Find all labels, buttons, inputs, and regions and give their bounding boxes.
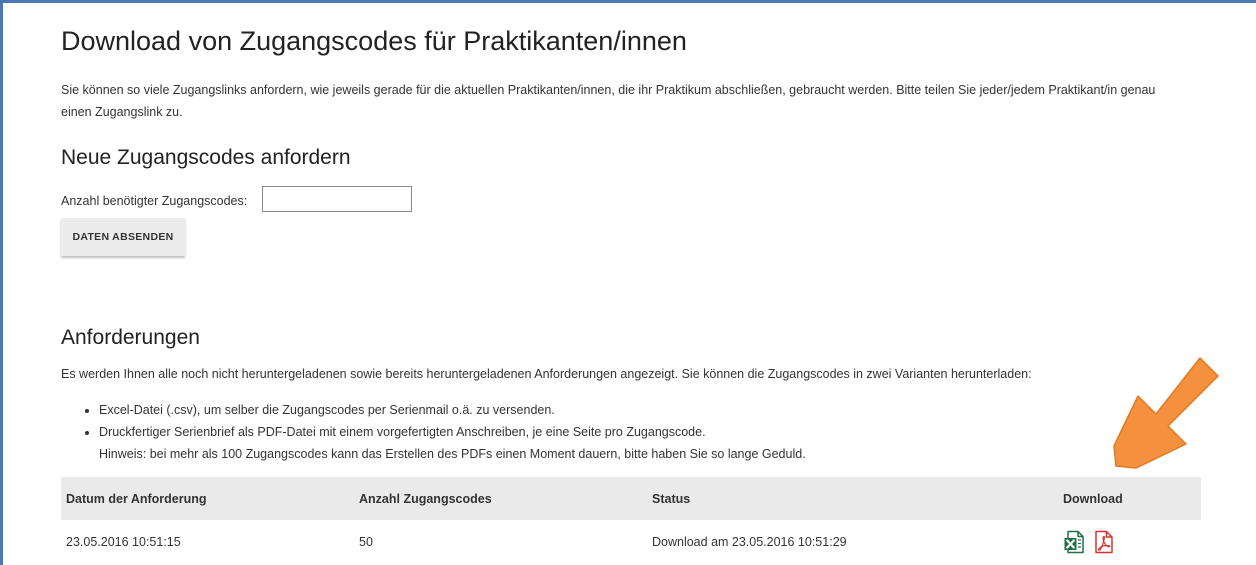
cell-download <box>1058 520 1201 563</box>
table-header-row: Datum der Anforderung Anzahl Zugangscode… <box>61 477 1201 520</box>
count-input[interactable] <box>262 186 412 212</box>
requests-table: Datum der Anforderung Anzahl Zugangscode… <box>61 477 1201 563</box>
column-header-date: Datum der Anforderung <box>61 477 354 520</box>
download-variants-list: Excel-Datei (.csv), um selber die Zugang… <box>61 399 806 465</box>
orange-arrow-annotation <box>1113 357 1219 469</box>
count-label: Anzahl benötigter Zugangscodes: <box>61 194 248 208</box>
requests-description: Es werden Ihnen alle noch nicht herunter… <box>61 367 1032 381</box>
excel-icon[interactable] <box>1063 530 1087 554</box>
column-header-status: Status <box>647 477 1058 520</box>
list-item: Excel-Datei (.csv), um selber die Zugang… <box>99 399 806 421</box>
cell-status: Download am 23.05.2016 10:51:29 <box>652 534 847 549</box>
hint-text: Hinweis: bei mehr als 100 Zugangscodes k… <box>99 447 806 461</box>
frame-top-border <box>0 0 1256 3</box>
table-row: 23.05.2016 10:51:15 50 Download am 23.05… <box>61 520 1201 563</box>
list-item: Druckfertiger Serienbrief als PDF-Datei … <box>99 421 806 465</box>
column-header-count: Anzahl Zugangscodes <box>354 477 647 520</box>
cell-date: 23.05.2016 10:51:15 <box>66 534 181 549</box>
cell-count: 50 <box>359 534 373 549</box>
bullet-text-csv: Excel-Datei (.csv), um selber die Zugang… <box>99 403 555 417</box>
submit-button[interactable]: DATEN ABSENDEN <box>61 218 185 256</box>
bullet-text-pdf: Druckfertiger Serienbrief als PDF-Datei … <box>99 425 706 439</box>
page-title: Download von Zugangscodes für Praktikant… <box>61 26 687 56</box>
column-header-download: Download <box>1058 477 1201 520</box>
frame-left-border <box>0 0 3 565</box>
request-form-heading: Neue Zugangscodes anfordern <box>61 146 351 169</box>
intro-text: Sie können so viele Zugangslinks anforde… <box>61 83 1156 119</box>
pdf-icon[interactable] <box>1092 530 1116 554</box>
requests-heading: Anforderungen <box>61 326 200 349</box>
